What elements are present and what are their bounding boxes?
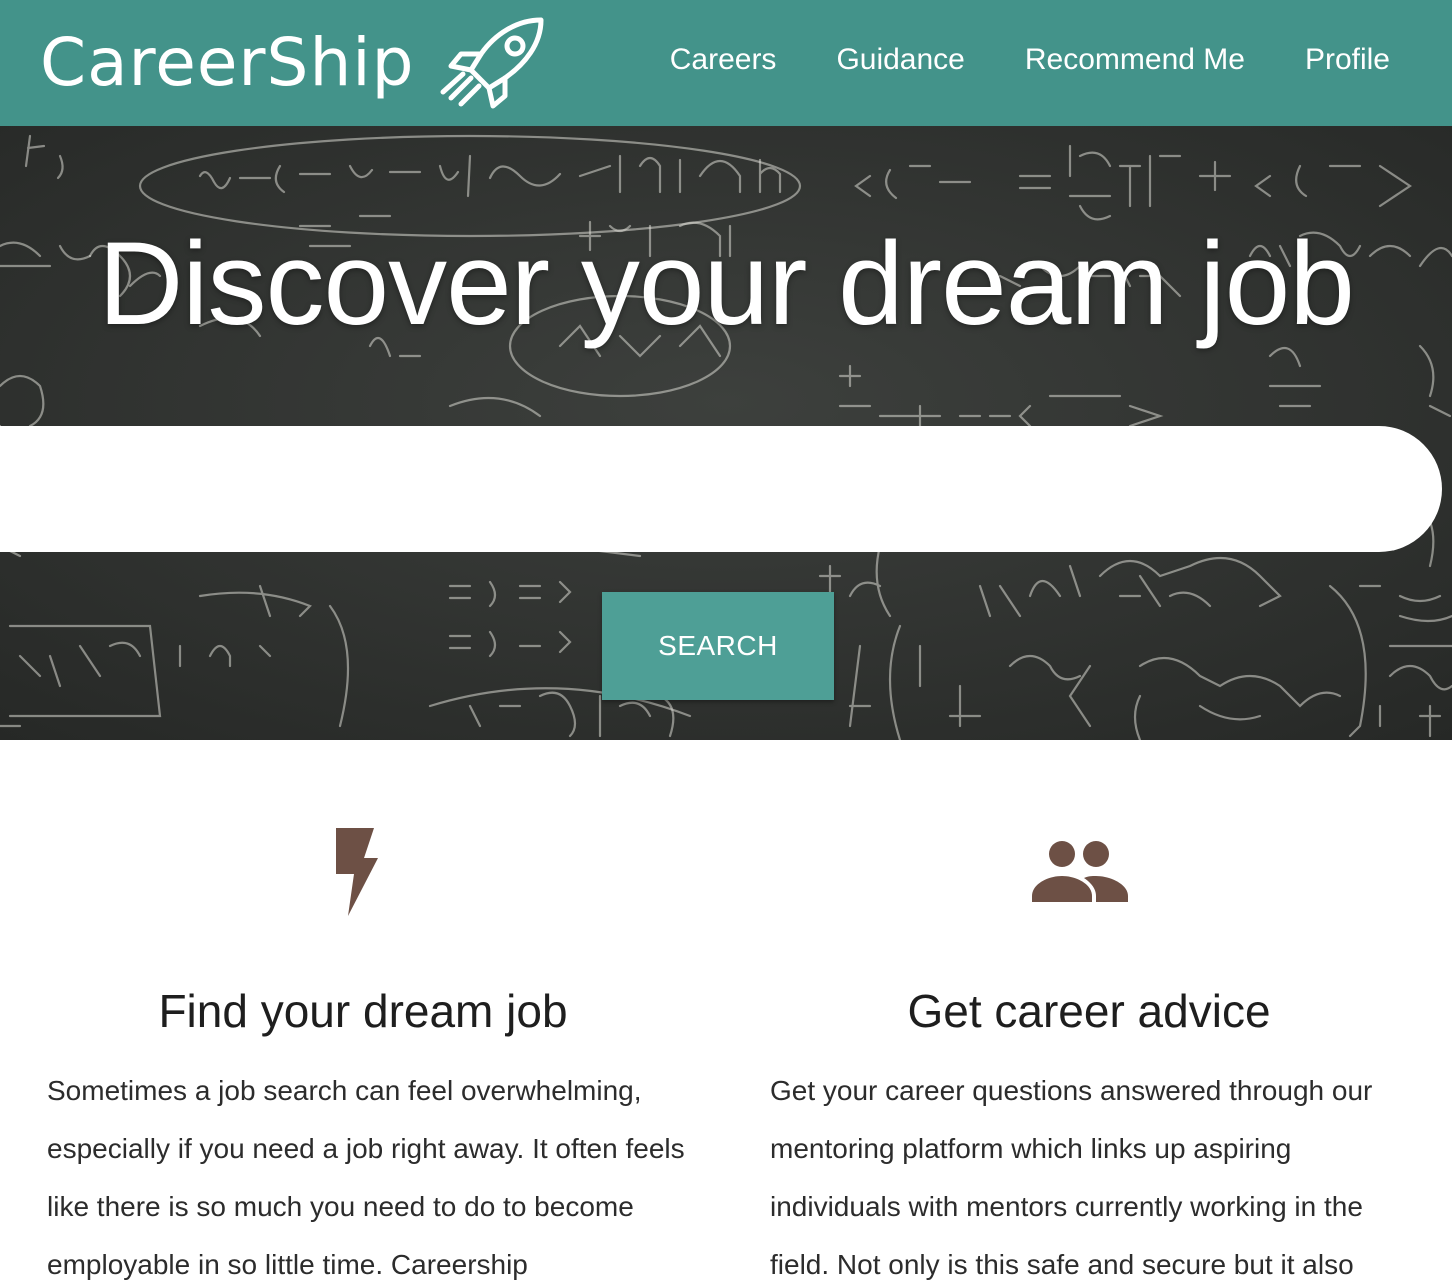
nav-careers[interactable]: Careers xyxy=(670,43,777,77)
nav-recommend-me[interactable]: Recommend Me xyxy=(1025,43,1245,77)
search-input[interactable] xyxy=(0,426,1442,552)
feature-title: Get career advice xyxy=(907,985,1271,1037)
feature-title: Find your dream job xyxy=(158,985,568,1037)
nav-profile[interactable]: Profile xyxy=(1305,43,1390,77)
feature-description: Get your career questions answered throu… xyxy=(770,1075,1373,1280)
feature-career-advice: Get career advice Get your career questi… xyxy=(726,740,1452,1286)
brand-logo-link[interactable]: CareerShip xyxy=(40,12,549,112)
brand-name: CareerShip xyxy=(40,23,415,101)
hero-section: Discover your dream job SEARCH xyxy=(0,126,1452,740)
search-button[interactable]: SEARCH xyxy=(602,592,834,700)
feature-find-job: Find your dream job Sometimes a job sear… xyxy=(0,740,726,1286)
rocket-icon xyxy=(440,17,544,109)
feature-description: Sometimes a job search can feel overwhel… xyxy=(47,1075,685,1280)
top-navbar: CareerShip Careers Guidance Recommend Me… xyxy=(0,0,1452,126)
people-group-icon xyxy=(1032,841,1128,902)
lightning-bolt-icon xyxy=(336,828,378,916)
nav-guidance[interactable]: Guidance xyxy=(836,43,964,77)
hero-title: Discover your dream job xyxy=(98,218,1355,350)
main-nav: Careers Guidance Recommend Me Profile xyxy=(610,0,1390,120)
